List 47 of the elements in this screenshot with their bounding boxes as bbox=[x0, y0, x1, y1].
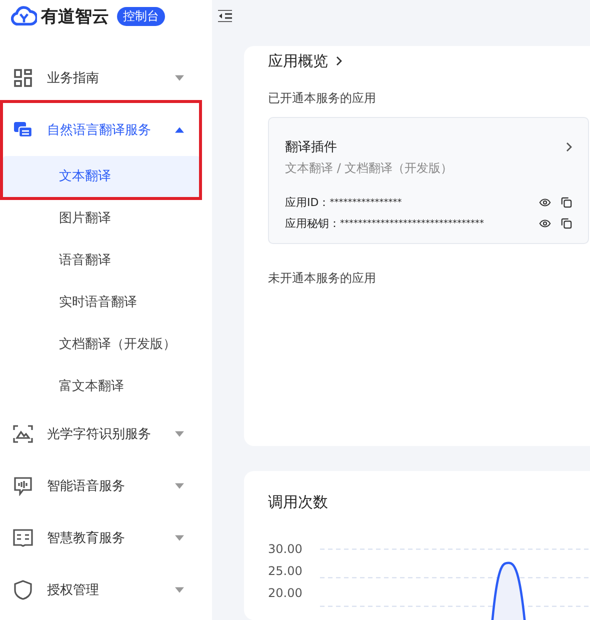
axis-label: 25.00 bbox=[268, 564, 304, 578]
eye-icon[interactable] bbox=[539, 198, 551, 207]
eye-icon[interactable] bbox=[539, 219, 551, 228]
nav-item[interactable]: 授权管理 bbox=[0, 564, 212, 616]
caret-icon bbox=[175, 535, 184, 541]
scan-mountain-icon bbox=[13, 424, 33, 444]
copy-icon[interactable] bbox=[561, 218, 572, 229]
nav-subitem[interactable]: 实时语音翻译 bbox=[0, 282, 212, 324]
nav-subitem[interactable]: 富文本翻译 bbox=[0, 366, 212, 408]
cloud-logo-icon bbox=[11, 6, 37, 26]
grid-icon bbox=[13, 68, 33, 88]
masked-value: **************** bbox=[330, 198, 403, 208]
voice-bubble-icon bbox=[13, 476, 33, 496]
overview-title[interactable]: 应用概览 bbox=[268, 52, 328, 70]
usage-title: 调用次数 bbox=[268, 493, 329, 512]
nav-item[interactable]: 智能语音服务 bbox=[0, 460, 212, 512]
caret-icon bbox=[175, 431, 184, 437]
app-card[interactable]: 翻译插件 文本翻译 / 文档翻译（开发版） 应用ID：**************** 应用秘钥：******************************** bbox=[268, 117, 589, 244]
nav-subitem[interactable]: 语音翻译 bbox=[0, 240, 212, 282]
masked-value: ******************************** bbox=[340, 218, 485, 228]
chevron-right-icon[interactable] bbox=[566, 142, 572, 152]
section-label: 未开通本服务的应用 bbox=[268, 270, 377, 287]
app-services: 文本翻译 / 文档翻译（开发版） bbox=[285, 160, 454, 177]
nav-item[interactable]: 智慧教育服务 bbox=[0, 512, 212, 564]
collapse-menu-icon[interactable] bbox=[218, 10, 232, 22]
caret-icon bbox=[175, 483, 184, 489]
app-name: 翻译插件 bbox=[285, 139, 337, 156]
shield-icon bbox=[13, 580, 33, 600]
nav-subitem[interactable]: 文本翻译 bbox=[3, 156, 200, 198]
copy-icon[interactable] bbox=[561, 197, 572, 208]
nav-item[interactable]: 光学字符识别服务 bbox=[0, 408, 212, 460]
nav-item[interactable]: 业务指南 bbox=[0, 52, 212, 104]
caret-icon bbox=[175, 127, 184, 133]
section-label: 已开通本服务的应用 bbox=[268, 90, 377, 107]
axis-label: 20.00 bbox=[268, 586, 304, 600]
console-badge: 控制台 bbox=[117, 6, 165, 26]
credential-label: 应用秘钥： bbox=[285, 216, 340, 231]
nav-subitem[interactable]: 图片翻译 bbox=[0, 198, 212, 240]
nav-subitem[interactable]: 文档翻译（开发版） bbox=[0, 324, 212, 366]
credential-label: 应用ID： bbox=[285, 195, 330, 210]
chevron-right-icon[interactable] bbox=[336, 56, 342, 66]
nav-item[interactable]: 自然语言翻译服务 bbox=[0, 104, 212, 156]
brand-name: 有道智云 bbox=[41, 6, 109, 28]
book-icon bbox=[13, 528, 33, 548]
caret-icon bbox=[175, 75, 184, 81]
caret-icon bbox=[175, 587, 184, 593]
axis-label: 30.00 bbox=[268, 542, 304, 556]
